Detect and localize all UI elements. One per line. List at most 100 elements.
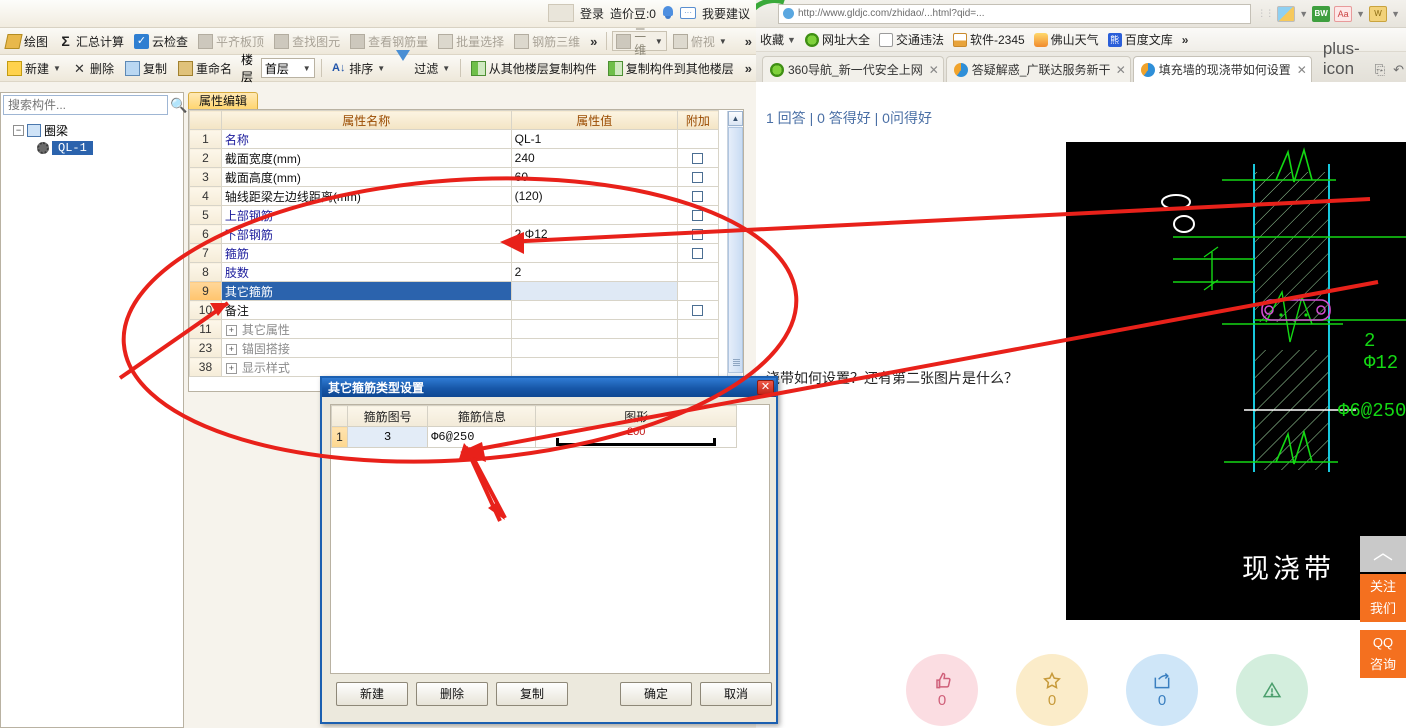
delete-component-button[interactable]: ✕ 删除	[68, 58, 118, 79]
top-view-combo[interactable]: 俯视 ▼	[669, 31, 731, 52]
dict-icon[interactable]: BW	[1312, 5, 1331, 22]
close-icon[interactable]: ✕	[757, 380, 774, 395]
bookmark-360-nav[interactable]: 网址大全	[804, 31, 870, 48]
attach-checkbox[interactable]	[692, 172, 704, 184]
attach-checkbox[interactable]	[692, 229, 704, 241]
delete-button[interactable]: 删除	[416, 682, 488, 706]
row-value[interactable]	[510, 300, 678, 320]
row-value[interactable]: (120)	[510, 186, 678, 206]
toolbar2-overflow-button[interactable]: »	[741, 61, 756, 76]
row-attach[interactable]	[676, 167, 720, 187]
table-row[interactable]: 11 + 其它属性	[189, 319, 720, 339]
search-input[interactable]	[3, 95, 168, 115]
toolbar-draw-button[interactable]: 绘图	[2, 31, 52, 52]
close-icon[interactable]: ✕	[1297, 63, 1307, 77]
tree-node-root[interactable]: − 圈梁	[3, 121, 181, 139]
report-button[interactable]	[1236, 654, 1308, 726]
ok-button[interactable]: 确定	[620, 682, 692, 706]
copy-component-button[interactable]: 复制	[121, 58, 171, 79]
toolbar-cloud-check-button[interactable]: ✓ 云检查	[130, 31, 192, 52]
table-row[interactable]: 8 肢数 2	[189, 262, 720, 282]
row-value[interactable]: 60	[510, 167, 678, 187]
row-attach[interactable]	[676, 148, 720, 168]
toolbar1-overflow-button[interactable]: »	[586, 34, 601, 49]
row-value[interactable]	[510, 243, 678, 263]
floor-select[interactable]: 首层 ▼	[260, 58, 315, 78]
follow-us-button[interactable]: 关注 我们	[1360, 574, 1406, 622]
property-scrollbar[interactable]: ▲	[727, 111, 743, 392]
table-row[interactable]: 1 名称 QL-1	[189, 129, 720, 149]
sort-button[interactable]: A↓ 排序 ▼	[327, 58, 389, 79]
table-row[interactable]: 23 + 锚固搭接	[189, 338, 720, 358]
suggest-link[interactable]: 我要建议	[702, 5, 750, 22]
table-row[interactable]: 3 截面高度(mm) 60	[189, 167, 720, 187]
attach-checkbox[interactable]	[692, 248, 704, 260]
row-value[interactable]	[510, 205, 678, 225]
table-row[interactable]: 7 箍筋	[189, 243, 720, 263]
font-size-icon[interactable]: Aa	[1334, 5, 1353, 22]
table-row[interactable]: 38 + 显示样式	[189, 357, 720, 377]
cancel-button[interactable]: 取消	[700, 682, 772, 706]
wallet-icon[interactable]: W	[1369, 5, 1388, 22]
attach-checkbox[interactable]	[692, 210, 704, 222]
chevron-down-icon-wallet[interactable]: ▼	[1391, 9, 1400, 19]
expand-icon[interactable]: +	[225, 324, 237, 336]
row-attach[interactable]	[676, 281, 720, 301]
scroll-up-arrow-icon[interactable]: ▲	[728, 111, 743, 126]
filter-button[interactable]: 过滤 ▼	[392, 49, 454, 79]
restore-tab-icon[interactable]: ⎘	[1375, 62, 1385, 78]
close-icon[interactable]: ✕	[929, 63, 939, 77]
like-button[interactable]: 0	[906, 654, 978, 726]
bookmark-weather[interactable]: 佛山天气	[1033, 31, 1099, 48]
attach-checkbox[interactable]	[692, 305, 704, 317]
collapse-icon[interactable]: −	[13, 124, 24, 136]
row-attach[interactable]	[676, 205, 720, 225]
row-stirrup-info[interactable]: Φ6@250	[427, 426, 537, 448]
row-attach[interactable]	[676, 243, 720, 263]
address-bar[interactable]: http://www.gldjc.com/zhidao/...html?qid=…	[778, 3, 1252, 24]
row-attach[interactable]	[676, 224, 720, 244]
favorite-button[interactable]: 0	[1016, 654, 1088, 726]
plus-icon[interactable]: plus-icon	[1314, 39, 1369, 82]
expand-icon[interactable]: +	[225, 362, 237, 374]
row-value[interactable]	[510, 281, 678, 301]
table-row[interactable]: 1 3 Φ6@250 200	[331, 426, 737, 448]
table-row[interactable]: 2 截面宽度(mm) 240	[189, 148, 720, 168]
bookmark-traffic[interactable]: 交通违法	[878, 31, 944, 48]
row-value[interactable]: QL-1	[510, 129, 678, 149]
toolbar-find-element-button[interactable]: 查找图元	[270, 31, 344, 52]
table-row-selected[interactable]: 9 其它箍筋	[189, 281, 720, 301]
bookmarks-overflow-button[interactable]: »	[1182, 33, 1189, 47]
chevron-down-icon-font[interactable]: ▼	[1356, 9, 1365, 19]
notification-bell-icon[interactable]	[662, 6, 674, 20]
tree-node-ql1[interactable]: QL-1	[3, 139, 181, 157]
browser-tab-0[interactable]: 360导航_新一代安全上网 ✕	[762, 56, 944, 82]
login-link[interactable]: 登录	[580, 5, 604, 22]
toolbar-align-slab-button[interactable]: 平齐板顶	[194, 31, 268, 52]
table-row[interactable]: 6 下部钢筋 2 Φ12	[189, 224, 720, 244]
expand-icon[interactable]: +	[225, 343, 237, 355]
copy-from-other-floor-button[interactable]: 从其他楼层复制构件	[467, 58, 601, 79]
browser-tab-1[interactable]: 答疑解惑_广联达服务新干 ✕	[945, 56, 1131, 82]
suggestion-bubble-icon[interactable]: ···	[679, 7, 696, 19]
toolbar-batch-select-button[interactable]: 批量选择	[434, 31, 508, 52]
qq-consult-button[interactable]: QQ 咨询	[1360, 630, 1406, 678]
bookmark-software[interactable]: 软件-2345	[952, 31, 1025, 48]
share-button[interactable]: 0	[1126, 654, 1198, 726]
apps-icon[interactable]	[1277, 5, 1296, 22]
close-icon[interactable]: ✕	[1116, 63, 1126, 77]
table-row[interactable]: 5 上部钢筋	[189, 205, 720, 225]
table-row[interactable]: 4 轴线距梁左边线距离(mm) (120)	[189, 186, 720, 206]
chevron-down-icon-fav[interactable]: ▼	[787, 35, 796, 45]
toolbar1-overflow-button-2[interactable]: »	[741, 34, 756, 49]
view-mode-combo[interactable]: 二维 ▼	[612, 26, 667, 57]
attach-checkbox[interactable]	[692, 153, 704, 165]
copy-button[interactable]: 复制	[496, 682, 568, 706]
row-value[interactable]: 2 Φ12	[510, 224, 678, 244]
attach-checkbox[interactable]	[692, 191, 704, 203]
new-button[interactable]: 新建	[336, 682, 408, 706]
toolbar-rebar-3d-button[interactable]: 钢筋三维	[510, 31, 584, 52]
row-attach[interactable]	[676, 262, 720, 282]
scrollbar-thumb[interactable]	[728, 127, 743, 373]
toolbar-view-rebar-button[interactable]: 查看钢筋量	[346, 31, 432, 52]
